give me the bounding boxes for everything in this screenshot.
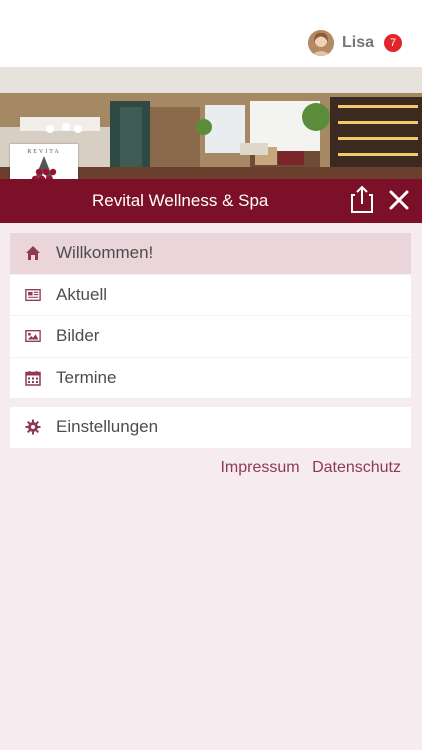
close-icon	[389, 190, 409, 210]
menu-label: Bilder	[56, 326, 100, 346]
datenschutz-link[interactable]: Datenschutz	[312, 459, 401, 476]
user-name: Lisa	[341, 34, 374, 51]
menu-label: Aktuell	[56, 284, 108, 304]
menu-item-bilder[interactable]: Bilder	[10, 316, 411, 358]
main-menu: Willkommen! Aktuell Bilder Termine	[10, 233, 411, 398]
newspaper-icon	[25, 287, 41, 303]
share-button[interactable]	[350, 185, 376, 215]
image-icon	[25, 328, 41, 344]
calendar-icon	[25, 370, 41, 386]
menu-label: Termine	[56, 367, 117, 387]
close-button[interactable]	[386, 187, 412, 213]
gear-icon	[25, 419, 41, 435]
home-icon	[25, 245, 41, 261]
notification-badge[interactable]: 7	[384, 34, 402, 52]
svg-text:REVITA: REVITA	[27, 149, 61, 155]
menu-item-einstellungen[interactable]: Einstellungen	[10, 407, 411, 448]
share-icon	[351, 185, 373, 213]
title-bar: Revital Wellness & Spa	[0, 179, 422, 223]
footer-links: Impressum Datenschutz	[212, 459, 401, 477]
top-bar: Lisa 7	[0, 0, 422, 67]
menu-item-willkommen[interactable]: Willkommen!	[10, 233, 411, 275]
user-profile[interactable]: Lisa 7	[307, 30, 402, 56]
avatar[interactable]	[307, 30, 334, 56]
menu-label: Willkommen!	[56, 243, 154, 263]
menu-item-termine[interactable]: Termine	[10, 358, 411, 399]
app-name: Revital Wellness & Spa	[92, 191, 269, 210]
menu-label: Einstellungen	[56, 417, 159, 437]
settings-menu: Einstellungen	[10, 407, 411, 448]
menu-item-aktuell[interactable]: Aktuell	[10, 275, 411, 316]
impressum-link[interactable]: Impressum	[220, 459, 299, 476]
